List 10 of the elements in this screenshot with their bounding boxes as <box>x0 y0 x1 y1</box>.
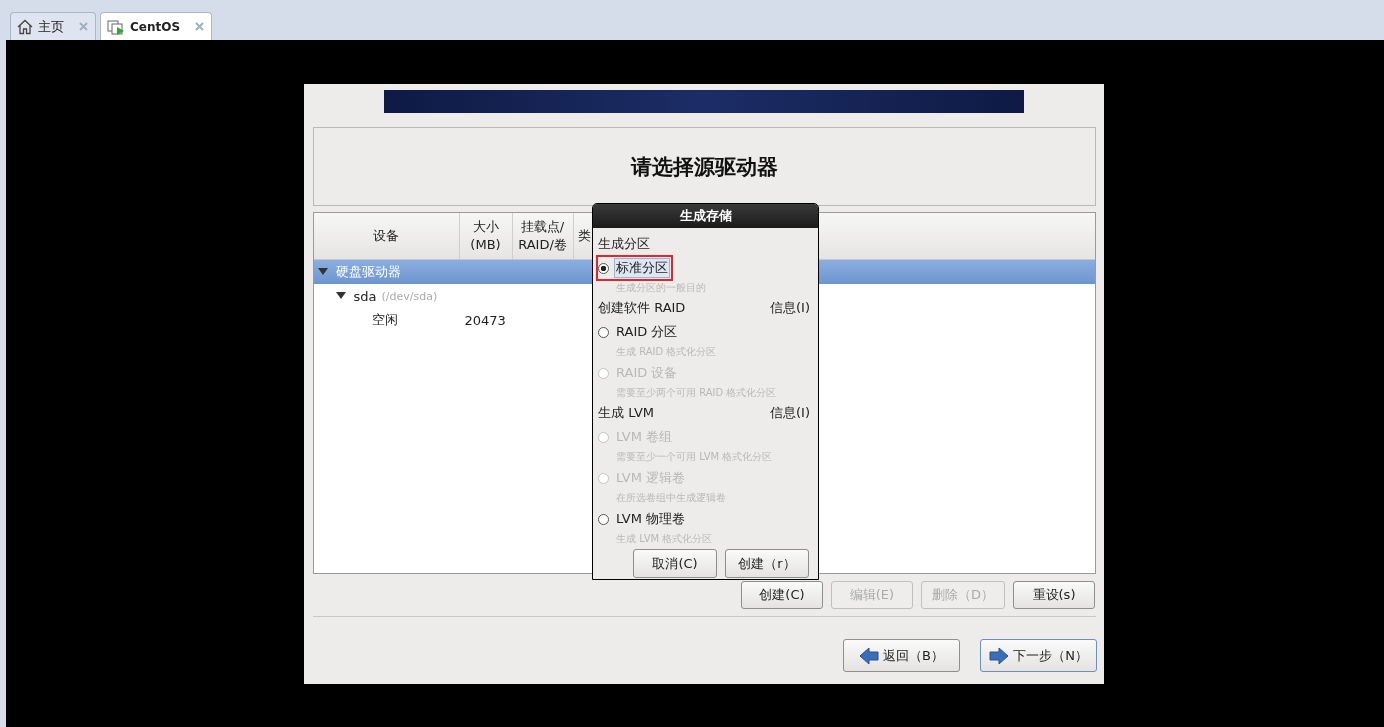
device-name: 硬盘驱动器 <box>335 263 401 281</box>
dialog-title: 生成存储 <box>593 204 818 228</box>
section-heading: 生成 LVM <box>598 403 655 422</box>
section-heading: 创建软件 RAID <box>598 298 686 317</box>
size-value: 20473 <box>464 312 506 328</box>
device-name: sda <box>353 288 377 304</box>
device-path: (/dev/sda) <box>381 289 438 303</box>
section-heading: 生成分区 <box>598 234 650 253</box>
device-name: 空闲 <box>371 311 398 329</box>
page-title: 请选择源驱动器 <box>630 153 778 181</box>
